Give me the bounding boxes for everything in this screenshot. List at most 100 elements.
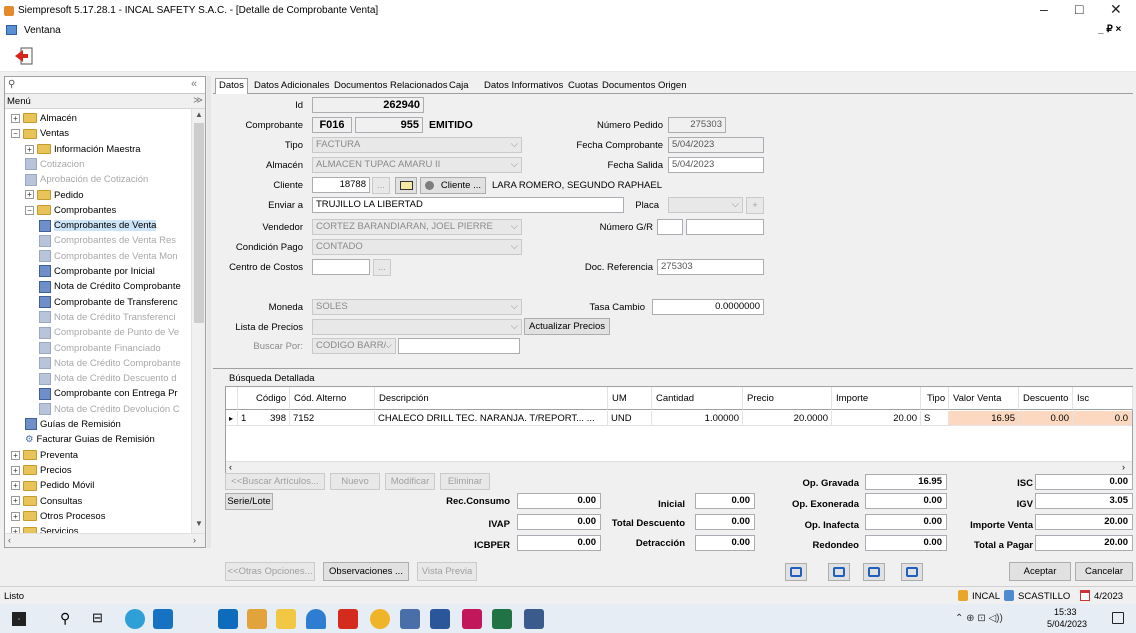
cell-codigo[interactable]: 398 — [252, 411, 290, 426]
tree-node[interactable]: Comprobante con Entrega Pr — [39, 386, 178, 401]
tree-node[interactable]: + Pedido — [25, 188, 84, 203]
excel-icon[interactable] — [492, 609, 512, 629]
expand-icon[interactable]: + — [25, 144, 34, 154]
clock-date[interactable]: 5/04/2023 — [1047, 619, 1087, 629]
first-record-button[interactable] — [785, 563, 807, 581]
menu-ventana[interactable]: Ventana — [24, 25, 61, 36]
cell-importe[interactable]: 20.00 — [832, 411, 921, 426]
vista-previa-button[interactable]: Vista Previa — [417, 562, 477, 581]
grid-col-importe[interactable]: Importe — [832, 387, 921, 410]
app-icon[interactable] — [247, 609, 267, 629]
tree-node[interactable]: + Otros Procesos — [11, 509, 105, 524]
notification-icon[interactable] — [1112, 612, 1124, 624]
tree-node[interactable]: − Ventas — [11, 126, 69, 141]
buscar-input[interactable] — [398, 338, 520, 354]
grid-col-isc[interactable]: Isc — [1073, 387, 1133, 410]
exit-icon[interactable] — [14, 46, 34, 66]
row-marker-icon[interactable]: ▸ — [226, 411, 238, 426]
tree-node[interactable]: Nota de Crédito Comprobante — [39, 356, 181, 371]
scroll-left-icon[interactable]: ‹ — [8, 535, 11, 545]
previous-record-button[interactable] — [828, 563, 850, 581]
tree-node[interactable]: Comprobante por Inicial — [39, 264, 155, 279]
last-record-button[interactable] — [901, 563, 923, 581]
grid-col-valor-venta[interactable]: Valor Venta — [949, 387, 1019, 410]
tree-node[interactable]: Nota de Crédito Descuento d — [39, 371, 177, 386]
tree-node[interactable]: Nota de Crédito Devolución C — [39, 402, 180, 417]
tree-node[interactable]: Comprobantes de Venta Mon — [39, 249, 178, 264]
system-tray[interactable]: ⌃ ⊕ ⊡ ◁)) — [955, 613, 1003, 624]
collapse-icon[interactable]: − — [25, 205, 34, 215]
maximize-button[interactable]: □ — [1075, 1, 1083, 17]
grid-col-cantidad[interactable]: Cantidad — [652, 387, 743, 410]
mail-icon[interactable] — [153, 609, 173, 629]
fecha-salida-field[interactable]: 5/04/2023 — [668, 157, 764, 173]
tab-documentos-origen[interactable]: Documentos Origen — [599, 79, 689, 94]
grid-col-descripcion[interactable]: Descripción — [375, 387, 608, 410]
enviar-field[interactable]: TRUJILLO LA LIBERTAD — [312, 197, 624, 213]
eliminar-button[interactable]: Eliminar — [440, 473, 490, 490]
windows-start-icon[interactable] — [12, 612, 26, 626]
tasa-field[interactable]: 0.0000000 — [652, 299, 764, 315]
tree-node[interactable]: Comprobante de Transferenc — [39, 295, 178, 310]
moneda-dropdown[interactable]: SOLES ⌵ — [312, 299, 522, 315]
tree-node[interactable]: Aprobación de Cotización — [25, 172, 148, 187]
chrome-icon[interactable] — [370, 609, 390, 629]
tree-node[interactable]: Cotizacion — [25, 157, 84, 172]
cell-descuento[interactable]: 0.00 — [1019, 411, 1073, 426]
outlook-icon[interactable] — [218, 609, 238, 629]
serie-field[interactable]: F016 — [312, 117, 352, 133]
menu-search-box[interactable]: ⚲ « — [5, 77, 205, 94]
expand-icon[interactable]: + — [11, 511, 20, 521]
tree-node[interactable]: ⚙ Facturar Guias de Remisión — [25, 432, 155, 447]
tree-node[interactable]: Comprobantes de Venta Res — [39, 233, 176, 248]
clock-time[interactable]: 15:33 — [1054, 607, 1077, 617]
app-blue-icon[interactable] — [306, 609, 326, 629]
tree-node[interactable]: Nota de Crédito Transferenci — [39, 310, 175, 325]
scroll-right-icon[interactable]: › — [1122, 462, 1125, 472]
expand-icon[interactable]: + — [11, 496, 20, 506]
observaciones-button[interactable]: Observaciones ... — [323, 562, 409, 581]
cliente-edit-button[interactable] — [395, 177, 417, 194]
minimize-button[interactable]: – — [1040, 1, 1048, 17]
cell-descripcion[interactable]: CHALECO DRILL TEC. NARANJA. T/REPORT... … — [375, 411, 608, 426]
numero-gr-serie-field[interactable] — [657, 219, 683, 235]
menu-chevron-icon[interactable]: ≫ — [193, 95, 203, 106]
cell-isc[interactable]: 0.0 — [1073, 411, 1132, 426]
centro-lookup-button[interactable]: ... — [373, 259, 391, 276]
edge-icon[interactable] — [125, 609, 145, 629]
tab-datos-adicionales[interactable]: Datos Adicionales — [251, 79, 333, 94]
tree-node[interactable]: + Precios — [11, 463, 72, 478]
panel-splitter[interactable] — [207, 76, 211, 548]
tree-node[interactable]: + Servicios — [11, 524, 79, 533]
tree-horizontal-scrollbar[interactable]: ‹ › — [5, 533, 205, 547]
next-record-button[interactable] — [863, 563, 885, 581]
placa-add-button[interactable]: + — [746, 197, 764, 214]
cell-precio[interactable]: 20.0000 — [743, 411, 832, 426]
doc-ref-field[interactable]: 275303 — [657, 259, 764, 275]
tab-datos[interactable]: Datos — [215, 78, 248, 95]
lista-dropdown[interactable]: ⌵ — [312, 319, 522, 335]
otras-opciones-button[interactable]: <<Otras Opciones... — [225, 562, 315, 581]
grid-col-tipo[interactable]: Tipo — [921, 387, 949, 410]
aceptar-button[interactable]: Aceptar — [1009, 562, 1071, 581]
cancelar-button[interactable]: Cancelar — [1075, 562, 1133, 581]
grid-col-alterno[interactable]: Cód. Alterno — [290, 387, 375, 410]
tab-datos-informativos[interactable]: Datos Informativos — [481, 79, 566, 94]
centro-field[interactable] — [312, 259, 370, 275]
expand-icon[interactable]: + — [11, 465, 20, 475]
collapse-panel-button[interactable]: « — [191, 78, 197, 90]
vendedor-dropdown[interactable]: CORTEZ BARANDIARAN, JOEL PIERRE ⌵ — [312, 219, 522, 235]
cliente-button[interactable]: Cliente ... — [420, 177, 486, 194]
cell-cantidad[interactable]: 1.00000 — [652, 411, 743, 426]
siempresoft-icon[interactable] — [524, 609, 544, 629]
cell-valor-venta[interactable]: 16.95 — [949, 411, 1019, 426]
cliente-id-field[interactable]: 18788 — [312, 177, 370, 193]
close-button[interactable]: ✕ — [1110, 1, 1122, 18]
scroll-up-icon[interactable]: ▲ — [195, 110, 203, 119]
expand-icon[interactable]: + — [11, 481, 20, 491]
word-icon[interactable] — [430, 609, 450, 629]
numero-field[interactable]: 955 — [355, 117, 423, 133]
tipo-dropdown[interactable]: FACTURA ⌵ — [312, 137, 522, 153]
file-explorer-icon[interactable] — [276, 609, 296, 629]
tree-node[interactable]: + Preventa — [11, 448, 78, 463]
